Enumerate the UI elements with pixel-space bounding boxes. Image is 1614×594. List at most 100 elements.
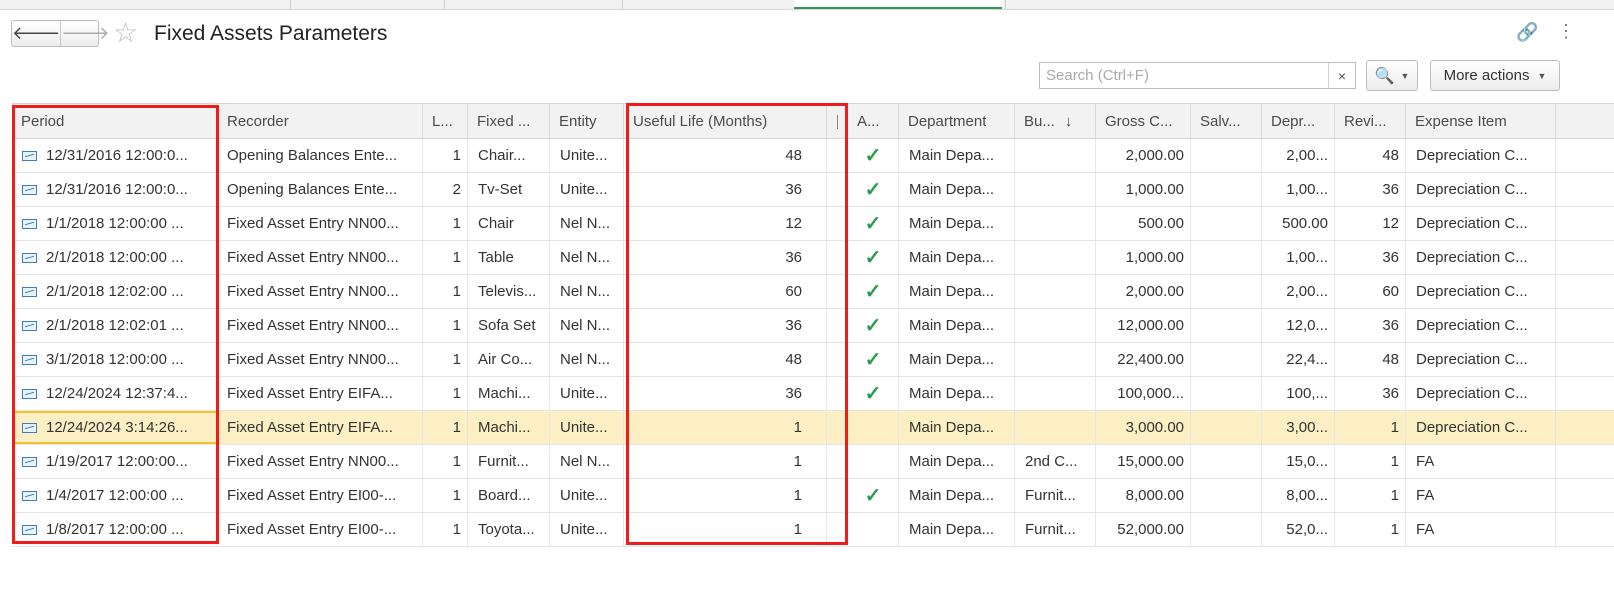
back-arrow-icon[interactable]: 🡐 <box>12 21 60 46</box>
cell-expense-item[interactable]: FA <box>1406 445 1556 478</box>
cell-entity[interactable]: Unite... <box>550 411 624 444</box>
cell-department[interactable]: Main Depa... <box>899 343 1015 376</box>
cell-line[interactable]: 1 <box>423 241 468 274</box>
cell-bu[interactable] <box>1015 377 1096 410</box>
cell-expense-item[interactable]: Depreciation C... <box>1406 377 1556 410</box>
cell-department[interactable]: Main Depa... <box>899 173 1015 206</box>
cell-salvage[interactable] <box>1191 275 1262 308</box>
cell-revision[interactable]: 12 <box>1335 207 1406 240</box>
cell-entity[interactable]: Nel N... <box>550 309 624 342</box>
table-row[interactable]: 1/4/2017 12:00:00 ... Fixed Asset Entry E… <box>12 479 1614 513</box>
cell-department[interactable]: Main Depa... <box>899 479 1015 512</box>
cell-period[interactable]: 2/1/2018 12:02:01 ... <box>12 309 218 342</box>
cell-fixed-asset[interactable]: Table <box>468 241 550 274</box>
cell-salvage[interactable] <box>1191 207 1262 240</box>
table-row[interactable]: 12/24/2024 12:37:4... Fixed Asset Entry E… <box>12 377 1614 411</box>
kebab-menu-icon[interactable]: ⋮ <box>1557 20 1575 42</box>
cell-expense-item[interactable]: FA <box>1406 513 1556 546</box>
cell-revision[interactable]: 1 <box>1335 479 1406 512</box>
cell-gross-cost[interactable]: 500.00 <box>1096 207 1191 240</box>
cell-revision[interactable]: 48 <box>1335 139 1406 172</box>
cell-expense-item[interactable]: Depreciation C... <box>1406 309 1556 342</box>
cell-salvage[interactable] <box>1191 309 1262 342</box>
cell-department[interactable]: Main Depa... <box>899 275 1015 308</box>
cell-period[interactable]: 12/24/2024 3:14:26... <box>12 411 218 444</box>
cell-depreciation[interactable]: 500.00 <box>1262 207 1335 240</box>
cell-divider[interactable] <box>827 445 848 478</box>
column-header-salvage[interactable]: Salv... <box>1191 104 1262 138</box>
table-row[interactable]: 12/31/2016 12:00:0... Opening Balances En… <box>12 139 1614 173</box>
cell-useful-life[interactable]: 1 <box>624 411 827 444</box>
cell-revision[interactable]: 36 <box>1335 173 1406 206</box>
cell-useful-life[interactable]: 1 <box>624 445 827 478</box>
cell-recorder[interactable]: Fixed Asset Entry EI00-... <box>218 479 423 512</box>
cell-a[interactable] <box>848 513 899 546</box>
cell-line[interactable]: 1 <box>423 139 468 172</box>
cell-period[interactable]: 12/31/2016 12:00:0... <box>12 173 218 206</box>
cell-revision[interactable]: 48 <box>1335 343 1406 376</box>
clear-search-icon[interactable]: × <box>1328 63 1355 88</box>
cell-gross-cost[interactable]: 1,000.00 <box>1096 173 1191 206</box>
cell-department[interactable]: Main Depa... <box>899 445 1015 478</box>
cell-period[interactable]: 2/1/2018 12:00:00 ... <box>12 241 218 274</box>
cell-salvage[interactable] <box>1191 139 1262 172</box>
cell-fixed-asset[interactable]: Sofa Set <box>468 309 550 342</box>
cell-useful-life[interactable]: 60 <box>624 275 827 308</box>
cell-entity[interactable]: Nel N... <box>550 343 624 376</box>
cell-recorder[interactable]: Fixed Asset Entry EI00-... <box>218 513 423 546</box>
cell-gross-cost[interactable]: 12,000.00 <box>1096 309 1191 342</box>
cell-recorder[interactable]: Fixed Asset Entry EIFA... <box>218 411 423 444</box>
cell-department[interactable]: Main Depa... <box>899 411 1015 444</box>
cell-entity[interactable]: Nel N... <box>550 445 624 478</box>
cell-line[interactable]: 1 <box>423 513 468 546</box>
cell-fixed-asset[interactable]: Machi... <box>468 377 550 410</box>
cell-fixed-asset[interactable]: Toyota... <box>468 513 550 546</box>
cell-period[interactable]: 1/19/2017 12:00:00... <box>12 445 218 478</box>
cell-useful-life[interactable]: 36 <box>624 377 827 410</box>
search-button[interactable]: 🔍 ▼ <box>1366 60 1418 91</box>
cell-a[interactable] <box>848 411 899 444</box>
cell-bu[interactable]: Furnit... <box>1015 479 1096 512</box>
cell-entity[interactable]: Unite... <box>550 139 624 172</box>
cell-recorder[interactable]: Fixed Asset Entry NN00... <box>218 241 423 274</box>
cell-salvage[interactable] <box>1191 343 1262 376</box>
cell-line[interactable]: 1 <box>423 445 468 478</box>
cell-salvage[interactable] <box>1191 377 1262 410</box>
column-header-gross-cost[interactable]: Gross C... <box>1096 104 1191 138</box>
column-header-expense-item[interactable]: Expense Item <box>1406 104 1556 138</box>
cell-useful-life[interactable]: 1 <box>624 479 827 512</box>
cell-department[interactable]: Main Depa... <box>899 241 1015 274</box>
table-row[interactable]: 12/31/2016 12:00:0... Opening Balances En… <box>12 173 1614 207</box>
cell-revision[interactable]: 36 <box>1335 309 1406 342</box>
cell-period[interactable]: 1/8/2017 12:00:00 ... <box>12 513 218 546</box>
cell-divider[interactable] <box>827 513 848 546</box>
table-row[interactable]: 1/1/2018 12:00:00 ... Fixed Asset Entry N… <box>12 207 1614 241</box>
cell-fixed-asset[interactable]: Board... <box>468 479 550 512</box>
cell-entity[interactable]: Unite... <box>550 513 624 546</box>
cell-revision[interactable]: 1 <box>1335 513 1406 546</box>
cell-gross-cost[interactable]: 22,400.00 <box>1096 343 1191 376</box>
cell-divider[interactable] <box>827 377 848 410</box>
cell-bu[interactable] <box>1015 309 1096 342</box>
cell-a[interactable]: ✓ <box>848 173 899 206</box>
cell-expense-item[interactable]: Depreciation C... <box>1406 173 1556 206</box>
cell-useful-life[interactable]: 1 <box>624 513 827 546</box>
cell-line[interactable]: 1 <box>423 343 468 376</box>
star-icon[interactable]: ☆ <box>113 18 138 48</box>
table-row[interactable]: 2/1/2018 12:02:01 ... Fixed Asset Entry N… <box>12 309 1614 343</box>
column-header-recorder[interactable]: Recorder <box>218 104 423 138</box>
forward-arrow-icon[interactable]: 🡒 <box>60 21 110 46</box>
cell-recorder[interactable]: Opening Balances Ente... <box>218 139 423 172</box>
cell-divider[interactable] <box>827 275 848 308</box>
cell-bu[interactable] <box>1015 343 1096 376</box>
cell-fixed-asset[interactable]: Tv-Set <box>468 173 550 206</box>
table-row[interactable]: 2/1/2018 12:02:00 ... Fixed Asset Entry N… <box>12 275 1614 309</box>
cell-fixed-asset[interactable]: Chair... <box>468 139 550 172</box>
cell-a[interactable]: ✓ <box>848 207 899 240</box>
cell-divider[interactable] <box>827 139 848 172</box>
cell-period[interactable]: 1/1/2018 12:00:00 ... <box>12 207 218 240</box>
cell-useful-life[interactable]: 36 <box>624 309 827 342</box>
cell-gross-cost[interactable]: 52,000.00 <box>1096 513 1191 546</box>
table-row[interactable]: 2/1/2018 12:00:00 ... Fixed Asset Entry N… <box>12 241 1614 275</box>
cell-recorder[interactable]: Fixed Asset Entry NN00... <box>218 309 423 342</box>
